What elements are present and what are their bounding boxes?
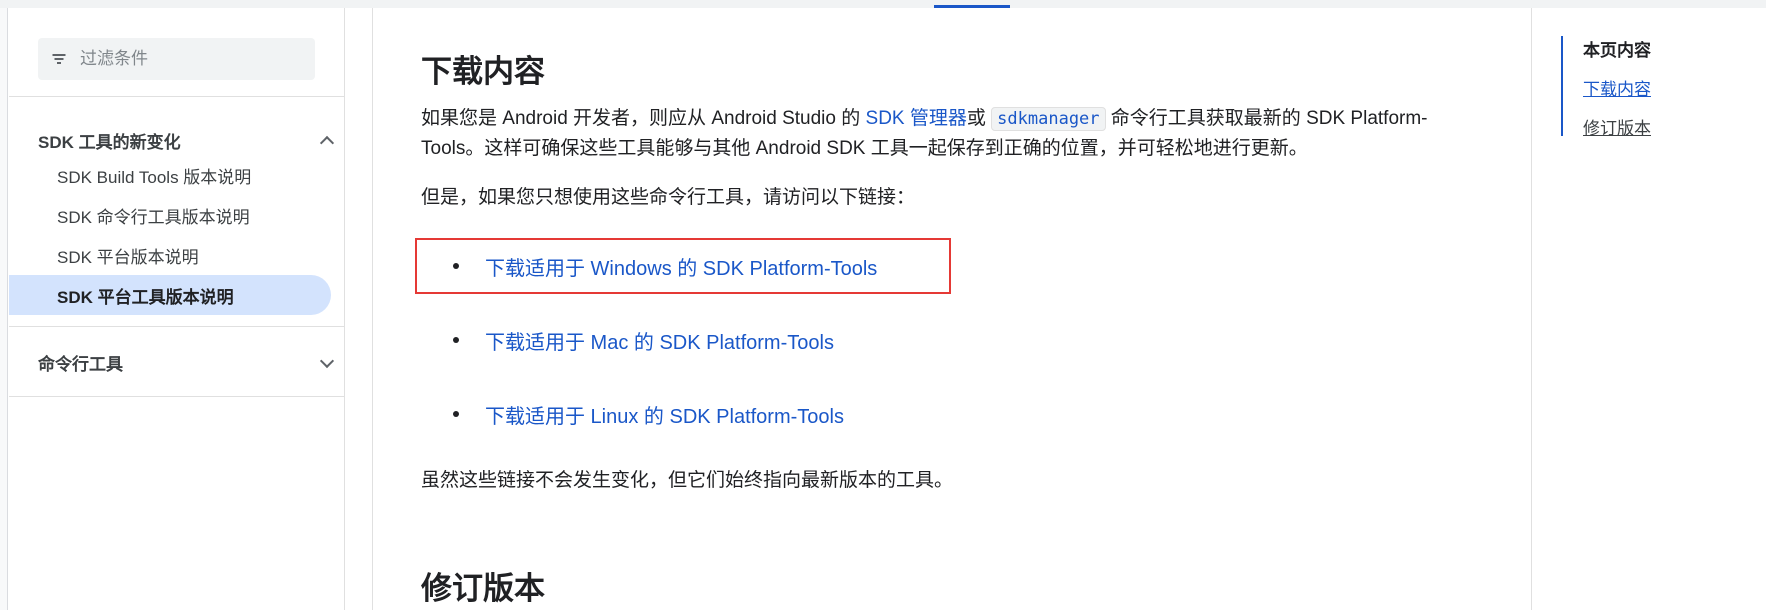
sidebar-item-platform[interactable]: SDK 平台版本说明: [9, 235, 331, 275]
download-mac-link[interactable]: 下载适用于 Mac 的 SDK Platform-Tools: [485, 326, 834, 355]
outer-left-border: [0, 8, 8, 610]
sidebar-item-label: SDK 平台版本说明: [57, 247, 199, 267]
sdk-manager-link[interactable]: SDK 管理器: [866, 108, 967, 129]
sidebar-nav: SDK 工具的新变化 SDK Build Tools 版本说明 SDK 命令行工…: [9, 8, 345, 610]
sidebar-divider: [9, 326, 345, 327]
list-item: 下载适用于 Windows 的 SDK Platform-Tools: [453, 251, 877, 281]
filter-icon: [52, 53, 66, 65]
list-item: 下载适用于 Mac 的 SDK Platform-Tools: [453, 325, 834, 355]
sidebar-item-platform-tools[interactable]: SDK 平台工具版本说明: [9, 275, 331, 315]
page: SDK 工具的新变化 SDK Build Tools 版本说明 SDK 命令行工…: [0, 0, 1766, 610]
sidebar-divider: [9, 96, 345, 97]
chevron-down-icon[interactable]: [320, 356, 332, 368]
bullet-icon: [453, 263, 459, 269]
download-linux-link[interactable]: 下载适用于 Linux 的 SDK Platform-Tools: [485, 400, 844, 429]
sidebar-section-cmdline[interactable]: 命令行工具: [38, 344, 338, 380]
chevron-up-icon[interactable]: [320, 134, 332, 146]
stable-note: 虽然这些链接不会发生变化，但它们始终指向最新版本的工具。: [421, 470, 954, 491]
list-item: 下载适用于 Linux 的 SDK Platform-Tools: [453, 399, 844, 429]
sidebar-divider: [9, 396, 345, 397]
sidebar-section-label: 命令行工具: [38, 354, 123, 374]
toc-item-revisions[interactable]: 修订版本: [1583, 114, 1651, 139]
filter-box[interactable]: [38, 38, 315, 80]
sidebar-section-sdk-tools[interactable]: SDK 工具的新变化: [38, 122, 338, 158]
filter-input[interactable]: [78, 48, 298, 70]
sidebar-item-label: SDK 命令行工具版本说明: [57, 207, 250, 227]
table-of-contents: 本页内容 下载内容 修订版本: [1561, 36, 1761, 139]
revisions-heading: 修订版本: [421, 571, 545, 606]
intro-text: 或: [966, 108, 992, 129]
sidebar-item-label: SDK 平台工具版本说明: [57, 287, 234, 307]
sidebar-item-cmdline-tools[interactable]: SDK 命令行工具版本说明: [9, 195, 331, 235]
main-content: 下载内容 如果您是 Android 开发者，则应从 Android Studio…: [372, 8, 1532, 610]
toc-item-download[interactable]: 下载内容: [1583, 75, 1651, 100]
toc-title: 本页内容: [1583, 41, 1651, 60]
intro-paragraph: 如果您是 Android 开发者，则应从 Android Studio 的 SD…: [421, 104, 1481, 164]
bullet-icon: [453, 337, 459, 343]
intro-text: 如果您是 Android 开发者，则应从 Android Studio 的: [421, 108, 866, 129]
sidebar-section-label: SDK 工具的新变化: [38, 132, 181, 152]
sdkmanager-code: sdkmanager: [991, 107, 1106, 131]
top-strip: [0, 0, 1766, 8]
download-windows-link[interactable]: 下载适用于 Windows 的 SDK Platform-Tools: [485, 252, 877, 281]
download-heading: 下载内容: [421, 54, 545, 89]
bullet-icon: [453, 411, 459, 417]
sidebar-item-build-tools[interactable]: SDK Build Tools 版本说明: [9, 155, 331, 195]
cmdline-note: 但是，如果您只想使用这些命令行工具，请访问以下链接：: [421, 187, 916, 208]
sidebar-item-label: SDK Build Tools 版本说明: [57, 167, 252, 187]
